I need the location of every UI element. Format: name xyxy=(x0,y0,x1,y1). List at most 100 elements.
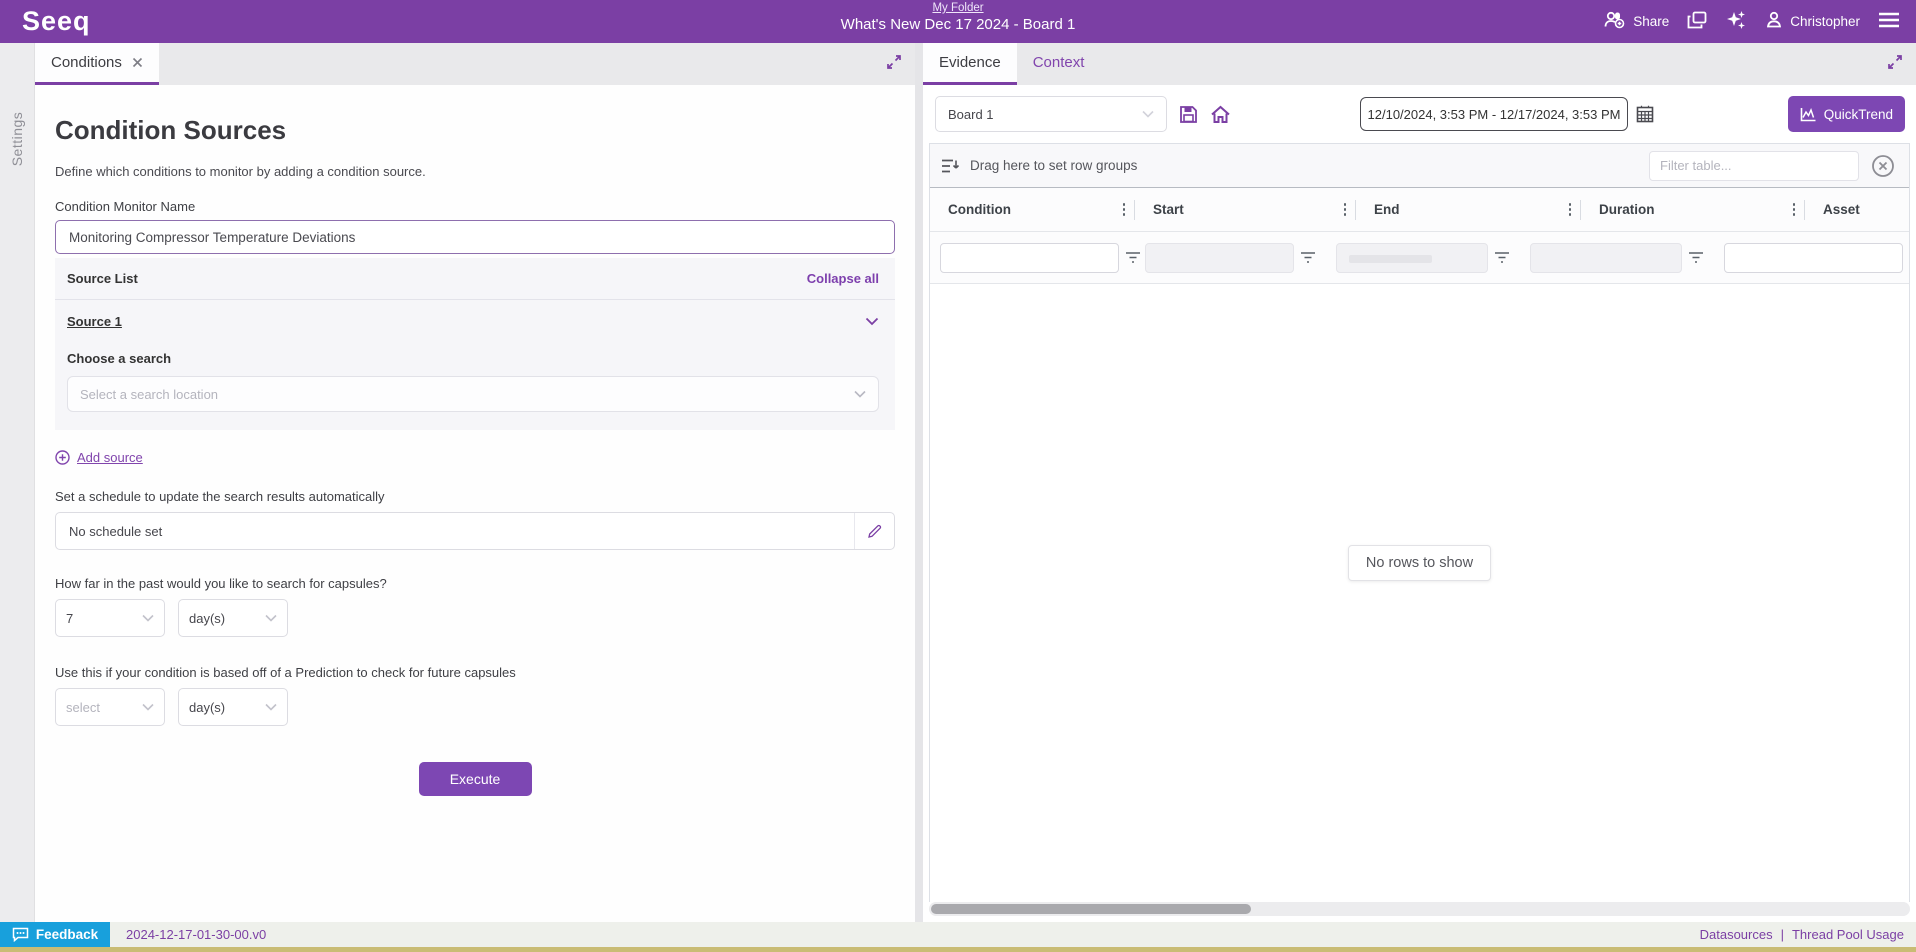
circle-x-icon xyxy=(1871,154,1895,178)
settings-sidebar-label: Settings xyxy=(9,112,25,167)
empty-table-message: No rows to show xyxy=(1348,545,1491,581)
home-button[interactable] xyxy=(1210,105,1231,124)
edit-schedule-button[interactable] xyxy=(854,513,894,549)
evidence-toolbar: Board 1 12/10/2024, 3:53 PM - 12/17/2024… xyxy=(923,85,1916,143)
chevron-down-icon xyxy=(265,614,277,622)
end-filter-input xyxy=(1336,243,1488,273)
clear-filter-button[interactable] xyxy=(1871,154,1895,178)
schedule-field: No schedule set xyxy=(55,512,895,550)
pencil-icon xyxy=(867,524,882,539)
calendar-button[interactable] xyxy=(1636,105,1654,123)
monitor-name-label: Condition Monitor Name xyxy=(55,199,895,214)
column-header-start[interactable]: Start xyxy=(1135,188,1356,231)
search-location-select[interactable]: Select a search location xyxy=(67,376,879,412)
share-button[interactable]: Share xyxy=(1602,11,1669,32)
hamburger-menu-button[interactable] xyxy=(1878,12,1900,31)
tab-evidence[interactable]: Evidence xyxy=(923,43,1017,85)
chevron-down-icon xyxy=(854,390,866,398)
execute-button[interactable]: Execute xyxy=(419,762,532,796)
thread-pool-usage-link[interactable]: Thread Pool Usage xyxy=(1792,927,1904,942)
workbook-title: What's New Dec 17 2024 - Board 1 xyxy=(841,16,1076,33)
feedback-label: Feedback xyxy=(36,927,98,942)
condition-filter-input[interactable] xyxy=(940,243,1119,273)
column-menu-icon[interactable] xyxy=(1793,203,1796,216)
save-icon xyxy=(1179,105,1198,124)
link-separator: | xyxy=(1781,927,1784,942)
column-menu-icon[interactable] xyxy=(1123,203,1126,216)
board-select[interactable]: Board 1 xyxy=(935,96,1167,132)
chevron-down-icon xyxy=(1142,110,1154,118)
source-1-title: Source 1 xyxy=(67,314,122,329)
left-tabbar: Conditions xyxy=(35,43,915,85)
evidence-table: Drag here to set row groups Condition St… xyxy=(929,143,1910,902)
future-unit-value: day(s) xyxy=(189,700,225,715)
source-1-toggle[interactable]: Source 1 xyxy=(67,314,879,329)
close-icon[interactable] xyxy=(132,57,143,68)
chevron-down-icon xyxy=(142,703,154,711)
datasources-link[interactable]: Datasources xyxy=(1700,927,1773,942)
breadcrumb-my-folder[interactable]: My Folder xyxy=(841,2,1076,14)
past-unit-select[interactable]: day(s) xyxy=(178,599,288,637)
column-menu-icon[interactable] xyxy=(1569,203,1572,216)
tab-context[interactable]: Context xyxy=(1017,43,1101,85)
board-select-value: Board 1 xyxy=(948,107,994,122)
row-groups-dropzone[interactable]: Drag here to set row groups xyxy=(930,144,1909,188)
column-header-condition[interactable]: Condition xyxy=(930,188,1135,231)
source-list-section: Source List Collapse all Source 1 Choose… xyxy=(55,258,895,430)
start-filter-input xyxy=(1145,243,1294,273)
table-body: No rows to show xyxy=(930,284,1909,902)
trend-chart-icon xyxy=(1800,107,1817,122)
version-text: 2024-12-17-01-30-00.v0 xyxy=(126,927,266,942)
search-location-placeholder: Select a search location xyxy=(80,387,218,402)
expand-right-panel-icon[interactable] xyxy=(1886,53,1906,73)
chevron-down-icon xyxy=(265,703,277,711)
date-range-input[interactable]: 12/10/2024, 3:53 PM - 12/17/2024, 3:53 P… xyxy=(1360,97,1628,131)
settings-sidebar[interactable]: Settings xyxy=(0,43,35,922)
status-bar: Feedback 2024-12-17-01-30-00.v0 Datasour… xyxy=(0,922,1916,952)
hamburger-icon xyxy=(1878,12,1900,31)
feedback-button[interactable]: Feedback xyxy=(0,922,110,947)
tab-conditions[interactable]: Conditions xyxy=(35,43,159,85)
quicktrend-button[interactable]: QuickTrend xyxy=(1788,96,1905,132)
duration-filter-input xyxy=(1530,243,1682,273)
monitor-name-input[interactable] xyxy=(55,220,895,254)
future-unit-select[interactable]: day(s) xyxy=(178,688,288,726)
column-header-end[interactable]: End xyxy=(1356,188,1581,231)
column-header-asset[interactable]: Asset xyxy=(1805,188,1909,231)
add-source-link[interactable]: Add source xyxy=(55,450,895,465)
expand-left-panel-icon[interactable] xyxy=(885,53,905,73)
add-source-label: Add source xyxy=(77,450,143,465)
past-amount-select[interactable]: 7 xyxy=(55,599,165,637)
user-menu[interactable]: Christopher xyxy=(1765,11,1860,32)
schedule-label: Set a schedule to update the search resu… xyxy=(55,489,895,504)
page-title: Condition Sources xyxy=(55,115,895,146)
speech-bubble-icon xyxy=(12,927,29,942)
filter-funnel-icon[interactable] xyxy=(1494,251,1510,264)
collapse-all-link[interactable]: Collapse all xyxy=(807,271,879,286)
scrollbar-thumb[interactable] xyxy=(931,904,1251,914)
future-search-label: Use this if your condition is based off … xyxy=(55,665,895,680)
quicktrend-label: QuickTrend xyxy=(1824,107,1893,122)
table-filter-row xyxy=(930,232,1909,284)
filter-table-input[interactable] xyxy=(1649,151,1859,181)
horizontal-scrollbar[interactable] xyxy=(929,902,1910,916)
future-amount-select[interactable]: select xyxy=(55,688,165,726)
seeq-logo: Seeq xyxy=(22,6,91,37)
worksheets-button[interactable] xyxy=(1687,11,1707,32)
column-header-duration[interactable]: Duration xyxy=(1581,188,1805,231)
evidence-panel: Evidence Context Board 1 12/10/2024, 3:5… xyxy=(923,43,1916,922)
past-unit-value: day(s) xyxy=(189,611,225,626)
panel-divider[interactable] xyxy=(915,43,923,922)
filter-funnel-icon[interactable] xyxy=(1300,251,1316,264)
future-amount-placeholder: select xyxy=(66,700,100,715)
row-groups-hint: Drag here to set row groups xyxy=(970,158,1137,173)
save-board-button[interactable] xyxy=(1179,105,1198,124)
filter-funnel-icon[interactable] xyxy=(1688,251,1704,264)
chevron-down-icon[interactable] xyxy=(865,317,879,326)
right-tabbar: Evidence Context xyxy=(923,43,1916,85)
column-menu-icon[interactable] xyxy=(1344,203,1347,216)
past-search-label: How far in the past would you like to se… xyxy=(55,576,895,591)
asset-filter-input[interactable] xyxy=(1724,243,1903,273)
calendar-icon xyxy=(1636,105,1654,123)
ai-assistant-button[interactable] xyxy=(1725,10,1747,33)
